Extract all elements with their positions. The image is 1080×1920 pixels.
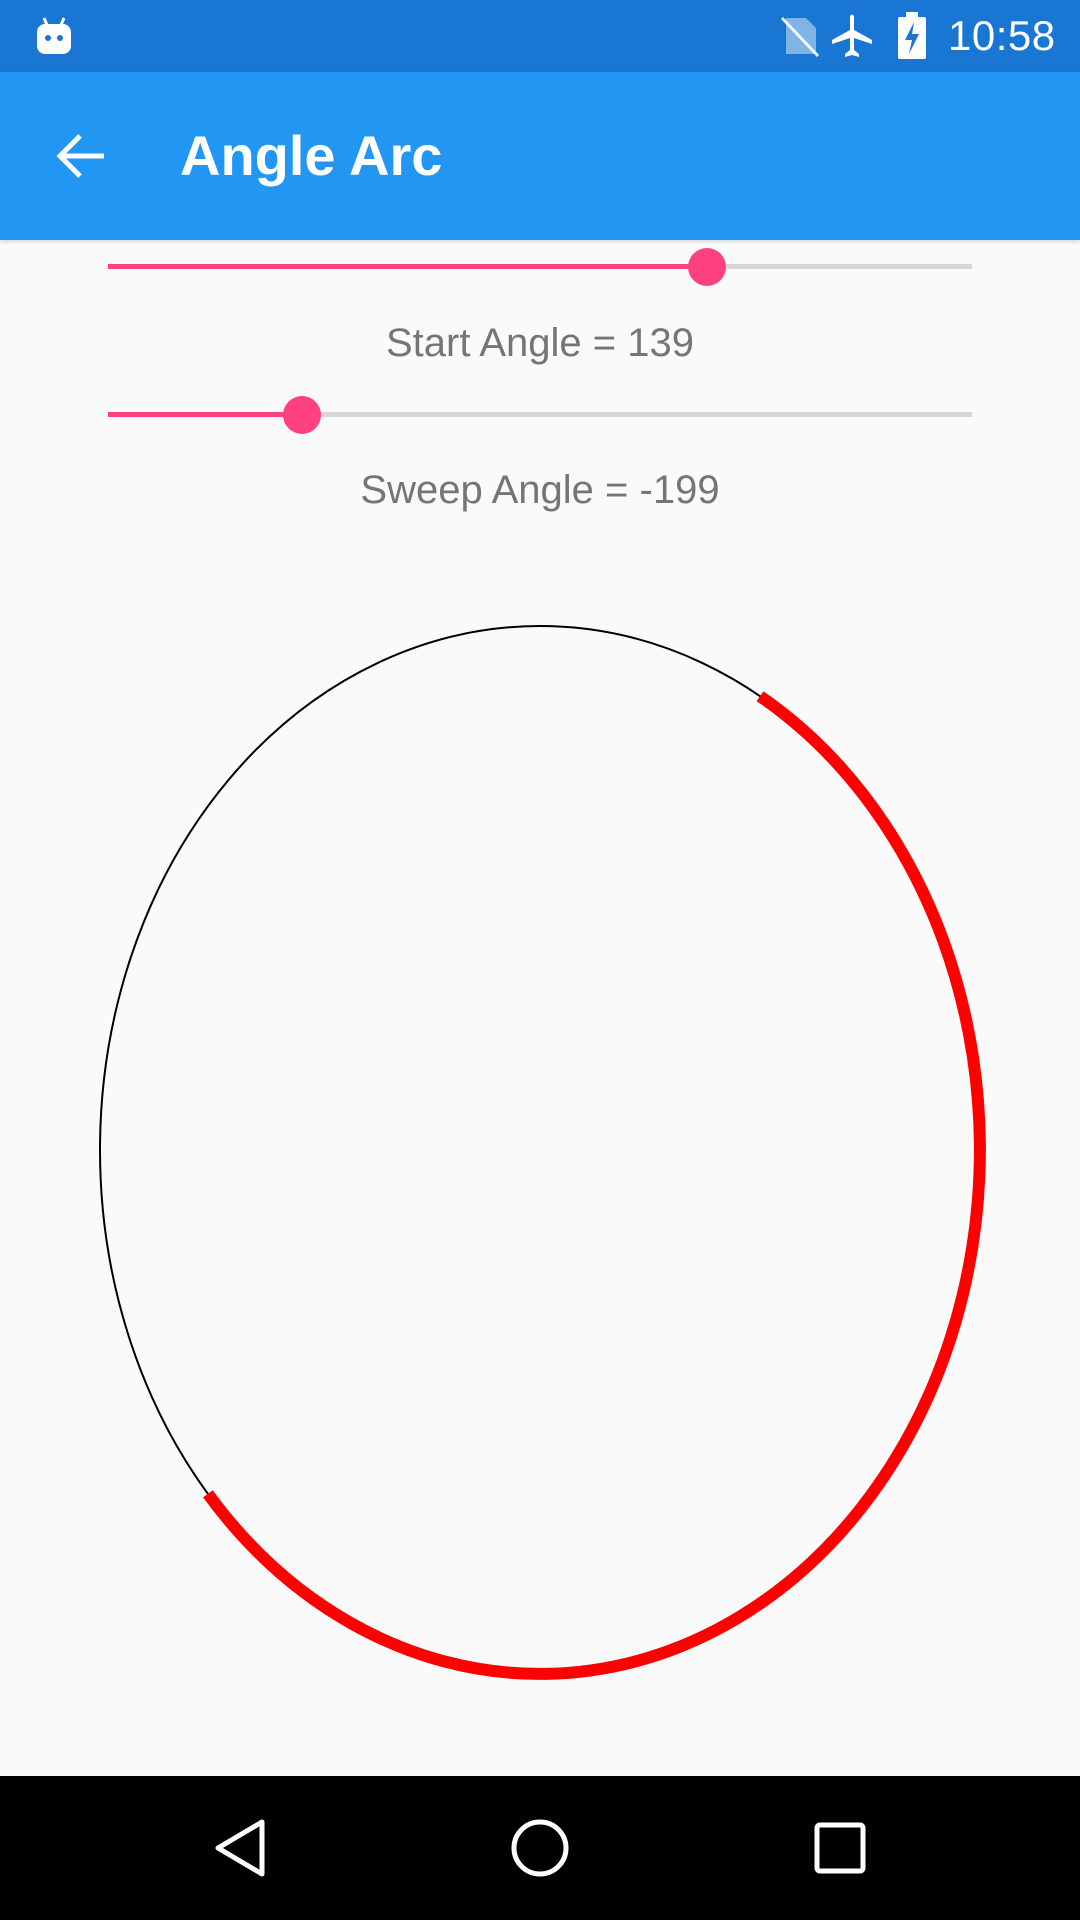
android-notification-icon <box>36 14 72 56</box>
battery-charging-icon <box>896 12 928 60</box>
recents-square-icon <box>814 1822 866 1874</box>
start-angle-slider[interactable] <box>108 236 972 296</box>
no-sim-icon <box>780 14 820 58</box>
slider-thumb[interactable] <box>282 396 321 434</box>
page-title: Angle Arc <box>180 124 443 187</box>
status-bar: 10:58 <box>0 0 1080 72</box>
back-button[interactable] <box>36 110 128 202</box>
nav-recents-button[interactable] <box>800 1812 880 1884</box>
sweep-angle-label: Sweep Angle = -199 <box>360 468 720 512</box>
nav-back-button[interactable] <box>200 1812 280 1884</box>
arrow-back-icon <box>56 134 104 178</box>
nav-home-button[interactable] <box>500 1812 580 1884</box>
slider-fill <box>108 264 707 269</box>
start-angle-label: Start Angle = 139 <box>385 321 694 365</box>
slider-fill <box>108 412 302 417</box>
app-toolbar: Angle Arc <box>0 72 1080 240</box>
navigation-bar <box>0 1776 1080 1920</box>
slider-thumb[interactable] <box>687 248 726 286</box>
sweep-angle-slider[interactable] <box>108 384 972 444</box>
airplane-mode-icon <box>828 12 876 60</box>
arc-canvas <box>99 625 986 1680</box>
back-triangle-icon <box>215 1819 265 1877</box>
home-circle-icon <box>511 1819 569 1877</box>
status-clock: 10:58 <box>948 12 1056 59</box>
angle-arc <box>203 691 986 1680</box>
